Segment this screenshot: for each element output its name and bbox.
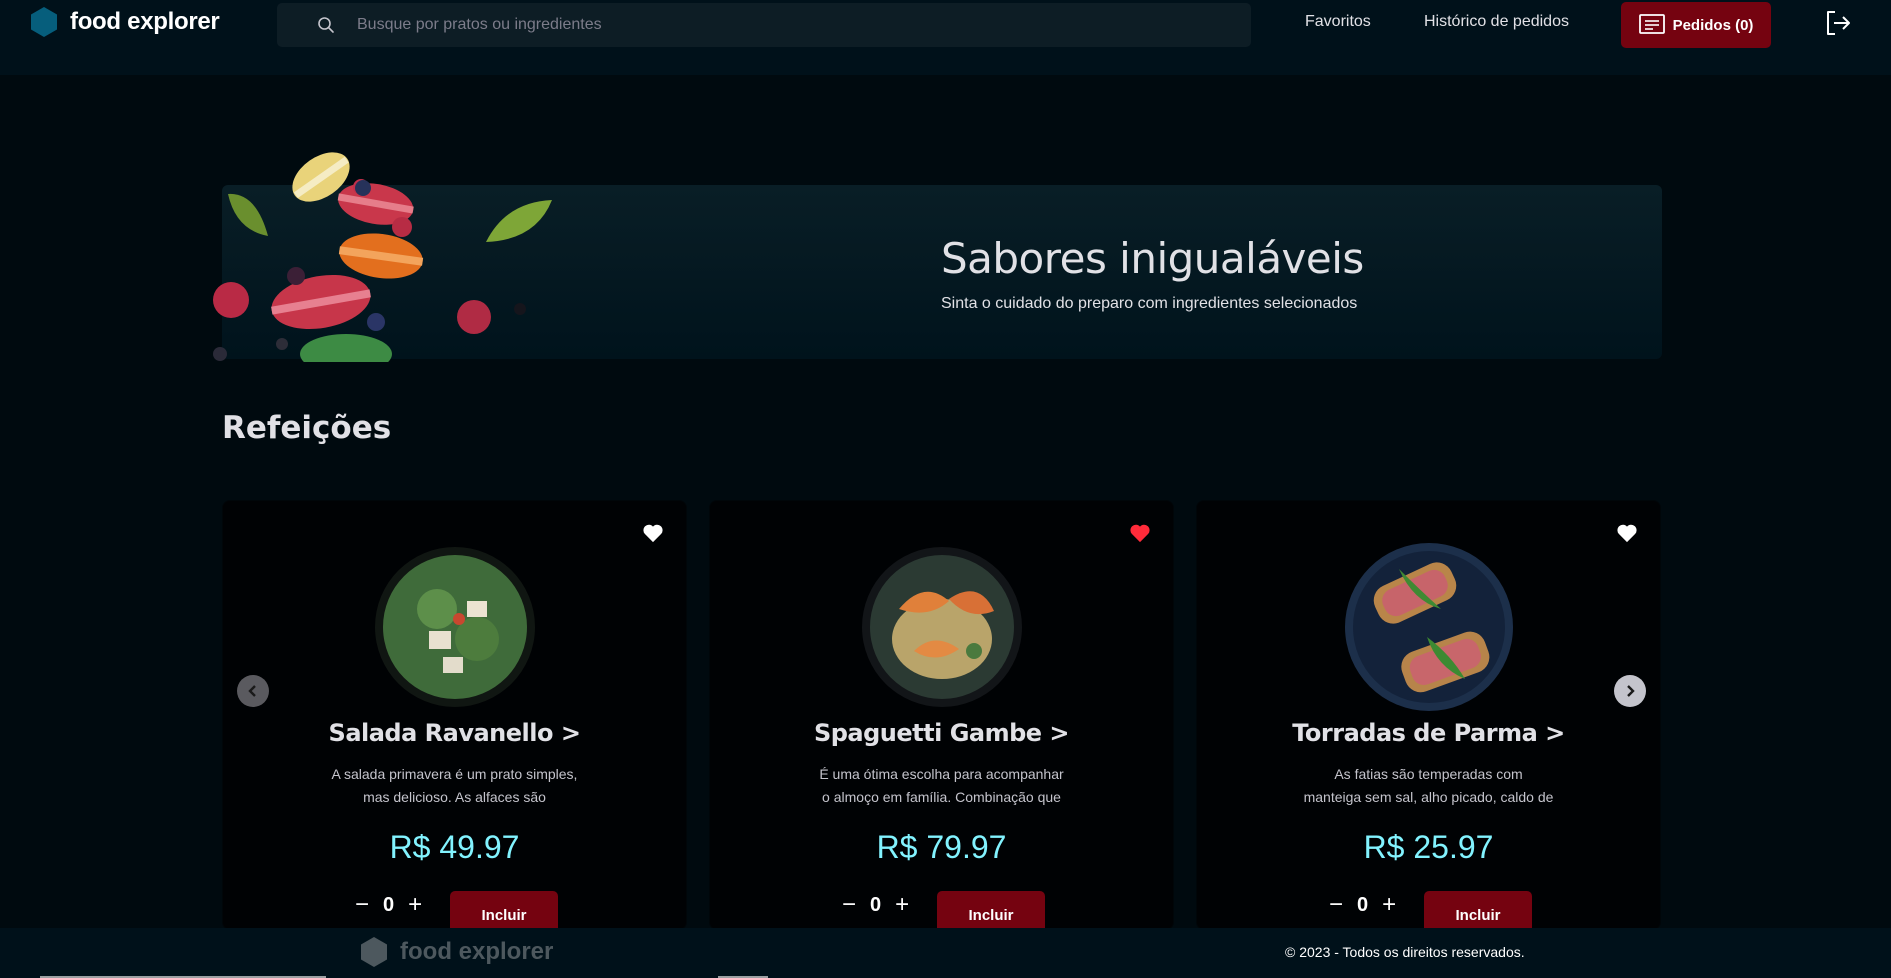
dish-card: Salada Ravanello > A salada primavera é …: [222, 500, 687, 930]
nav-favorites-link[interactable]: Favoritos: [1305, 13, 1371, 31]
minus-icon[interactable]: −: [1329, 893, 1343, 917]
include-button[interactable]: Incluir: [1424, 891, 1532, 929]
dish-card: Spaguetti Gambe > É uma ótima escolha pa…: [709, 500, 1174, 930]
macarons-illustration: [213, 152, 552, 362]
logout-icon[interactable]: [1824, 9, 1852, 37]
dish-name[interactable]: Spaguetti Gambe >: [710, 719, 1173, 747]
quantity-stepper: − 0 +: [1329, 893, 1396, 917]
dish-image[interactable]: [367, 539, 543, 715]
quantity-stepper: − 0 +: [842, 893, 909, 917]
app-logo[interactable]: food explorer: [30, 6, 220, 38]
plus-icon[interactable]: +: [895, 893, 909, 917]
dish-description-line: As fatias são temperadas com: [1334, 766, 1523, 782]
dish-name[interactable]: Salada Ravanello >: [223, 719, 686, 747]
dish-description: As fatias são temperadas com manteiga se…: [1299, 763, 1559, 809]
minus-icon[interactable]: −: [842, 893, 856, 917]
heart-icon[interactable]: [1129, 523, 1151, 543]
hexagon-logo-icon: [361, 937, 387, 967]
dish-card: Torradas de Parma > As fatias são temper…: [1196, 500, 1661, 930]
chevron-right-icon: [1627, 685, 1635, 697]
dish-image[interactable]: [854, 539, 1030, 715]
dish-description-line: manteiga sem sal, alho picado, caldo de: [1303, 789, 1554, 805]
dish-name[interactable]: Torradas de Parma >: [1197, 719, 1660, 747]
quantity-stepper: − 0 +: [355, 893, 422, 917]
include-button[interactable]: Incluir: [937, 891, 1045, 929]
dish-description-line: o almoço em família. Combinação que: [822, 789, 1061, 805]
nav-order-history-link[interactable]: Histórico de pedidos: [1424, 13, 1569, 31]
dish-description: É uma ótima escolha para acompanhar o al…: [812, 763, 1072, 809]
dish-description: A salada primavera é um prato simples, m…: [325, 763, 585, 809]
footer-logo-text: food explorer: [400, 938, 554, 965]
dish-description-line: É uma ótima escolha para acompanhar: [819, 766, 1064, 782]
orders-button-label: Pedidos (0): [1672, 16, 1754, 34]
footer-logo: food explorer: [360, 936, 553, 968]
page-footer: food explorer © 2023 - Todos os direitos…: [0, 928, 1891, 978]
chevron-left-icon: [248, 685, 256, 697]
banner-title: Sabores inigualáveis: [941, 234, 1364, 283]
dish-price: R$ 79.97: [876, 829, 1007, 865]
search-input[interactable]: [357, 3, 1227, 47]
receipt-icon: [1638, 14, 1665, 34]
carousel-next-button[interactable]: [1614, 675, 1646, 707]
hexagon-logo-icon: [31, 7, 57, 37]
top-header: food explorer Favoritos Histórico de ped…: [0, 0, 1891, 75]
dish-description-line: A salada primavera é um prato simples,: [331, 766, 578, 782]
heart-icon[interactable]: [642, 523, 664, 543]
search-bar: [277, 3, 1251, 47]
heart-icon[interactable]: [1616, 523, 1638, 543]
include-button[interactable]: Incluir: [450, 891, 558, 929]
carousel-prev-button[interactable]: [237, 675, 269, 707]
plus-icon[interactable]: +: [1382, 893, 1396, 917]
section-title-meals: Refeições: [222, 410, 392, 446]
minus-icon[interactable]: −: [355, 893, 369, 917]
app-logo-text: food explorer: [70, 8, 220, 35]
dish-price: R$ 25.97: [1363, 829, 1494, 865]
plus-icon[interactable]: +: [408, 893, 422, 917]
search-icon: [318, 17, 334, 33]
quantity-value: 0: [1357, 893, 1369, 916]
quantity-value: 0: [870, 893, 882, 916]
banner-subtitle: Sinta o cuidado do preparo com ingredien…: [941, 295, 1358, 312]
dish-image[interactable]: [1341, 539, 1517, 715]
quantity-value: 0: [383, 893, 395, 916]
footer-copyright: © 2023 - Todos os direitos reservados.: [1285, 944, 1525, 960]
dish-description-line: mas delicioso. As alfaces são: [363, 789, 546, 805]
orders-button[interactable]: Pedidos (0): [1621, 2, 1771, 48]
dish-price: R$ 49.97: [389, 829, 520, 865]
